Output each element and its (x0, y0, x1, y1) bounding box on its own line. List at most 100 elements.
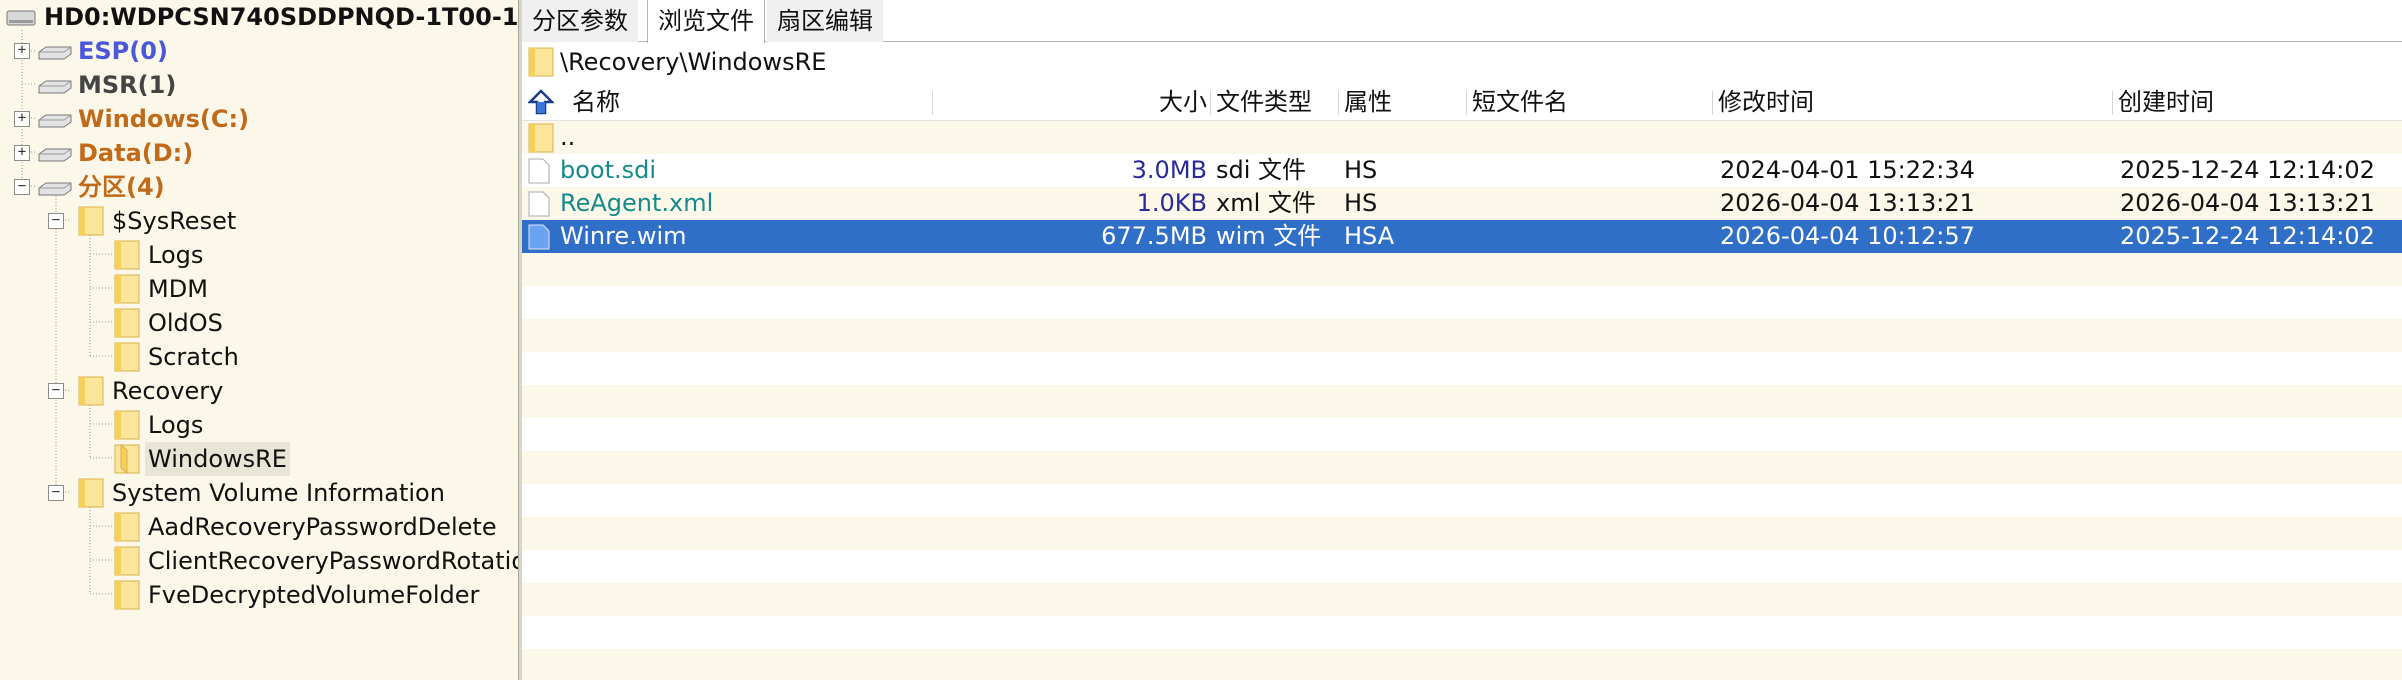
tab-partition-params[interactable]: 分区参数 (522, 0, 638, 42)
expand-icon[interactable]: + (14, 145, 30, 161)
volume-label: Windows(C:) (78, 105, 250, 133)
hard-disk-icon (6, 10, 36, 26)
collapse-icon[interactable]: − (48, 213, 64, 229)
tree-folder-fve[interactable]: FveDecryptedVolumeFolder (0, 578, 518, 612)
partition-icon (38, 114, 72, 128)
file-modified: 2026-04-04 13:13:21 (1720, 189, 1975, 217)
folder-icon (114, 274, 140, 304)
folder-tree-pane[interactable]: HD0:WDPCSN740SDDPNQD-1T00-1027 + ESP(0) … (0, 0, 518, 680)
folder-icon (114, 308, 140, 338)
empty-row (522, 253, 2402, 286)
tab-browse-files[interactable]: 浏览文件 (647, 0, 765, 43)
file-icon (528, 191, 550, 217)
column-divider[interactable] (2112, 91, 2113, 115)
parent-folder-label: .. (560, 123, 576, 151)
column-header-created[interactable]: 创建时间 (2118, 83, 2214, 121)
folder-icon (78, 206, 104, 236)
current-path: \Recovery\WindowsRE (560, 48, 827, 76)
file-size: 1.0KB (1136, 189, 1207, 217)
file-name: ReAgent.xml (560, 189, 714, 217)
empty-row (522, 517, 2402, 550)
folder-label: AadRecoveryPasswordDelete (148, 513, 497, 541)
file-modified: 2026-04-04 10:12:57 (1720, 222, 1975, 250)
tree-node-disk[interactable]: HD0:WDPCSN740SDDPNQD-1T00-1027 (0, 0, 518, 34)
tree-node-windows[interactable]: + Windows(C:) (0, 102, 518, 136)
file-attributes: HS (1344, 156, 1378, 184)
folder-icon (528, 123, 554, 153)
expand-icon[interactable]: + (14, 43, 30, 59)
tree-folder-recovery-logs[interactable]: Logs (0, 408, 518, 442)
file-browser-pane: 分区参数 浏览文件 扇区编辑 \Recovery\WindowsRE 名称 大小… (522, 0, 2402, 680)
file-icon (528, 224, 550, 250)
empty-row (522, 385, 2402, 418)
folder-label: MDM (148, 275, 208, 303)
column-divider[interactable] (1712, 91, 1713, 115)
folder-icon (114, 410, 140, 440)
folder-label: Logs (148, 241, 204, 269)
collapse-icon[interactable]: − (48, 485, 64, 501)
column-header-short-name[interactable]: 短文件名 (1472, 83, 1568, 121)
file-created: 2025-12-24 12:14:02 (2120, 222, 2375, 250)
file-list[interactable]: .. boot.sdi 3.0MB sdi 文件 HS 2024-04-01 1… (522, 121, 2402, 680)
disk-label: HD0:WDPCSN740SDDPNQD-1T00-1027 (44, 3, 518, 31)
folder-label: $SysReset (112, 207, 237, 235)
file-row[interactable]: ReAgent.xml 1.0KB xml 文件 HS 2026-04-04 1… (522, 187, 2402, 220)
tree-folder-mdm[interactable]: MDM (0, 272, 518, 306)
tree-folder-logs[interactable]: Logs (0, 238, 518, 272)
folder-icon (114, 512, 140, 542)
tree-folder-aad[interactable]: AadRecoveryPasswordDelete (0, 510, 518, 544)
partition-icon (38, 182, 72, 196)
folder-label: Logs (148, 411, 204, 439)
tree-node-partition-4[interactable]: − 分区(4) (0, 170, 518, 204)
file-list-header: 名称 大小 文件类型 属性 短文件名 修改时间 创建时间 (522, 83, 2402, 121)
column-header-attributes[interactable]: 属性 (1344, 83, 1392, 121)
file-attributes: HS (1344, 189, 1378, 217)
collapse-icon[interactable]: − (14, 179, 30, 195)
file-type: wim 文件 (1216, 222, 1322, 250)
folder-label: FveDecryptedVolumeFolder (148, 581, 480, 609)
file-name: boot.sdi (560, 156, 657, 184)
tab-sector-editor[interactable]: 扇区编辑 (767, 0, 883, 42)
column-header-type[interactable]: 文件类型 (1216, 83, 1312, 121)
tree-folder-svi[interactable]: − System Volume Information (0, 476, 518, 510)
column-divider[interactable] (932, 91, 933, 115)
folder-icon (114, 580, 140, 610)
path-bar: \Recovery\WindowsRE (522, 44, 2402, 80)
column-header-size[interactable]: 大小 (1037, 83, 1207, 121)
column-divider[interactable] (1338, 91, 1339, 115)
column-divider[interactable] (1210, 91, 1211, 115)
expand-icon[interactable]: + (14, 111, 30, 127)
tree-folder-oldos[interactable]: OldOS (0, 306, 518, 340)
file-name: Winre.wim (560, 222, 687, 250)
folder-icon (78, 376, 104, 406)
file-type: xml 文件 (1216, 189, 1316, 217)
diskgenius-window: HD0:WDPCSN740SDDPNQD-1T00-1027 + ESP(0) … (0, 0, 2402, 680)
empty-row (522, 649, 2402, 680)
file-modified: 2024-04-01 15:22:34 (1720, 156, 1975, 184)
column-header-modified[interactable]: 修改时间 (1718, 83, 1814, 121)
tree-node-msr[interactable]: MSR(1) (0, 68, 518, 102)
volume-label: Data(D:) (78, 139, 194, 167)
empty-row (522, 484, 2402, 517)
file-row-selected[interactable]: Winre.wim 677.5MB wim 文件 HSA 2026-04-04 … (522, 220, 2402, 253)
column-divider[interactable] (1466, 91, 1467, 115)
volume-label: ESP(0) (78, 37, 168, 65)
tree-folder-sysreset[interactable]: − $SysReset (0, 204, 518, 238)
file-created: 2025-12-24 12:14:02 (2120, 156, 2375, 184)
tree-folder-recovery[interactable]: − Recovery (0, 374, 518, 408)
file-row[interactable]: boot.sdi 3.0MB sdi 文件 HS 2024-04-01 15:2… (522, 154, 2402, 187)
tree-node-data[interactable]: + Data(D:) (0, 136, 518, 170)
column-header-name[interactable]: 名称 (572, 83, 620, 121)
parent-folder-row[interactable]: .. (522, 121, 2402, 154)
collapse-icon[interactable]: − (48, 383, 64, 399)
empty-row (522, 352, 2402, 385)
file-type: sdi 文件 (1216, 156, 1307, 184)
tree-folder-client-recovery[interactable]: ClientRecoveryPasswordRotation (0, 544, 518, 578)
empty-row (522, 418, 2402, 451)
file-icon (528, 158, 550, 184)
up-folder-icon[interactable] (528, 89, 554, 115)
empty-row (522, 550, 2402, 583)
tree-folder-scratch[interactable]: Scratch (0, 340, 518, 374)
tree-node-esp[interactable]: + ESP(0) (0, 34, 518, 68)
tree-folder-windowsre[interactable]: WindowsRE (0, 442, 518, 476)
